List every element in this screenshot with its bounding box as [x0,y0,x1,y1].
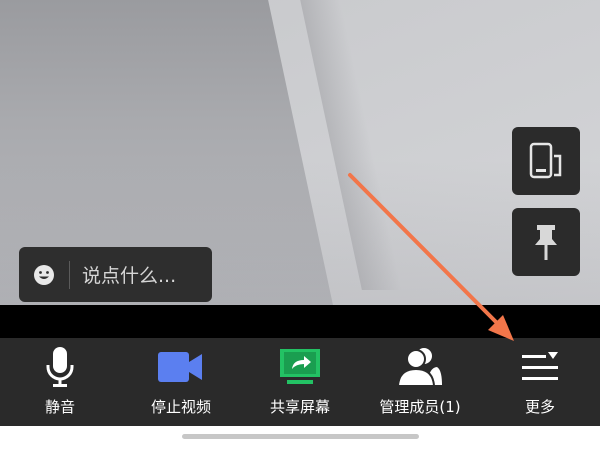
annotation-arrow [348,173,514,341]
